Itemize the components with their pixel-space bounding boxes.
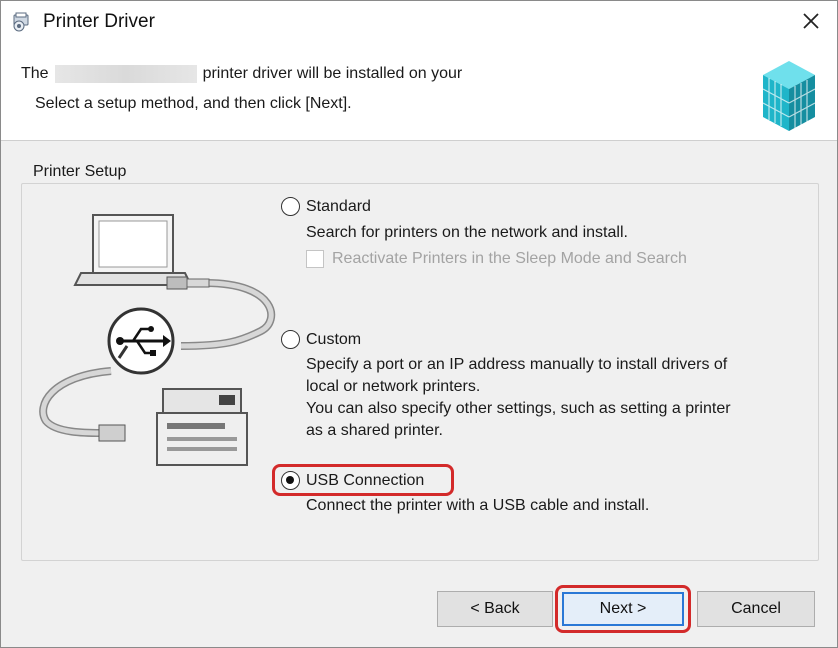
header-instruction-line1: The printer driver will be installed on … <box>21 65 462 83</box>
cancel-button[interactable]: Cancel <box>697 591 815 627</box>
custom-description-line: You can also specify other settings, suc… <box>306 400 731 417</box>
reactivate-printers-label: Reactivate Printers in the Sleep Mode an… <box>332 250 687 267</box>
title-bar: Printer Driver <box>1 1 837 45</box>
printer-setup-legend: Printer Setup <box>27 163 133 181</box>
redacted-product-name <box>54 65 197 83</box>
laptop-icon <box>73 214 193 286</box>
reactivate-printers-option[interactable]: Reactivate Printers in the Sleep Mode an… <box>306 250 687 268</box>
option-standard[interactable]: Standard <box>281 197 371 216</box>
header-prefix: The <box>21 65 49 82</box>
close-icon <box>802 12 820 35</box>
standard-description-line: Search for printers on the network and i… <box>306 224 628 241</box>
usb-icon <box>107 307 175 375</box>
next-button-highlight <box>555 585 691 633</box>
standard-label: Standard <box>306 197 371 215</box>
usb-setup-illustration <box>39 214 276 466</box>
custom-description-line: as a shared printer. <box>306 422 443 439</box>
close-button[interactable] <box>791 5 831 41</box>
printer-driver-dialog: Printer Driver The printer driver will b… <box>0 0 838 648</box>
printer-icon <box>156 388 248 466</box>
custom-description: Specify a port or an IP address manually… <box>306 354 731 442</box>
custom-description-line: Specify a port or an IP address manually… <box>306 356 728 373</box>
standard-radio[interactable] <box>281 197 300 216</box>
printer-driver-app-icon <box>11 12 33 34</box>
header-instruction-line2: Select a setup method, and then click [N… <box>35 95 352 112</box>
custom-label: Custom <box>306 330 362 348</box>
usb-connection-highlight <box>272 464 454 496</box>
reactivate-printers-checkbox[interactable] <box>306 250 324 268</box>
custom-description-line: local or network printers. <box>306 378 481 395</box>
custom-radio[interactable] <box>281 330 300 349</box>
usb-connection-description: Connect the printer with a USB cable and… <box>306 495 649 517</box>
header-suffix: printer driver will be installed on your <box>202 65 463 82</box>
dialog-header: The printer driver will be installed on … <box>1 45 837 141</box>
back-button[interactable]: < Back <box>437 591 553 627</box>
standard-description: Search for printers on the network and i… <box>306 222 628 244</box>
window-title: Printer Driver <box>43 11 155 32</box>
option-custom[interactable]: Custom <box>281 330 361 349</box>
usb-connection-description-line: Connect the printer with a USB cable and… <box>306 497 650 514</box>
product-logo-icon <box>755 53 821 135</box>
